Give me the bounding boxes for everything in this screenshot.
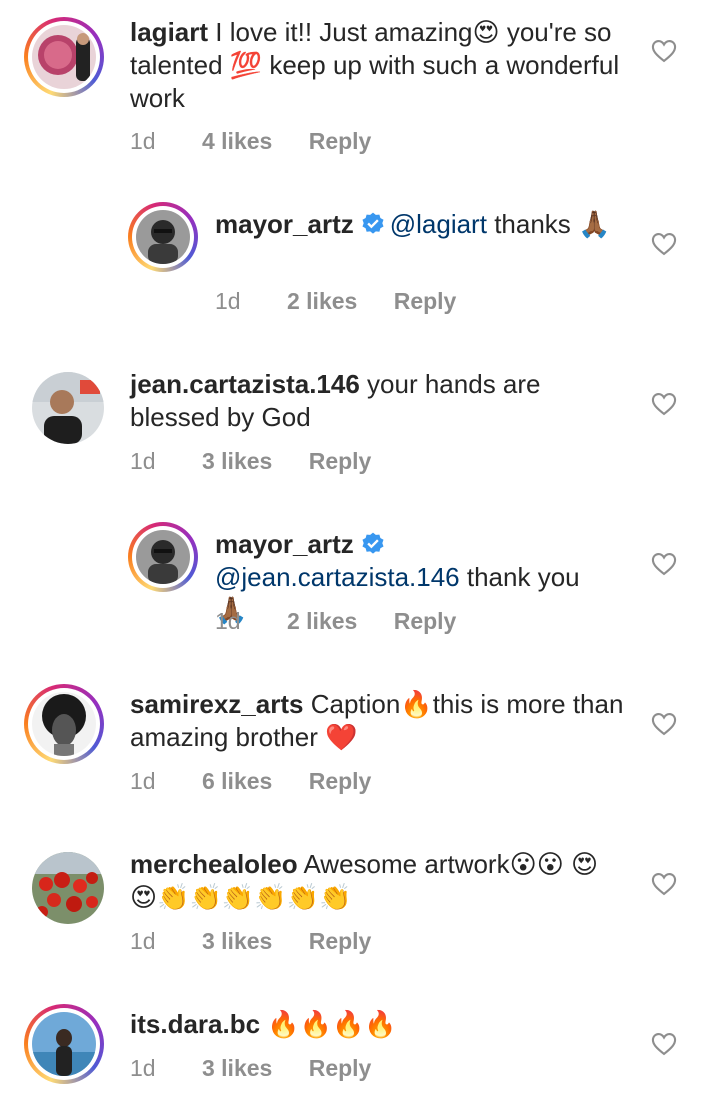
comment-username[interactable]: lagiart: [130, 17, 208, 47]
mention-link[interactable]: @lagiart: [390, 209, 487, 239]
comment-time: 1d: [130, 1055, 156, 1081]
comment-username[interactable]: samirexz_arts: [130, 689, 303, 719]
comment-meta: 1d 2 likes Reply: [215, 608, 486, 635]
heart-outline-icon[interactable]: [650, 37, 678, 65]
comment-username[interactable]: jean.cartazista.146: [130, 369, 360, 399]
avatar-image: [32, 372, 104, 444]
comment-meta: 1d 3 likes Reply: [130, 928, 401, 955]
reply-button[interactable]: Reply: [309, 128, 372, 154]
comment-meta: 1d 3 likes Reply: [130, 1055, 401, 1082]
avatar-image: [32, 25, 96, 89]
heart-outline-icon[interactable]: [650, 230, 678, 258]
avatar-image: [136, 530, 190, 584]
avatar[interactable]: [24, 684, 104, 764]
verified-badge-icon: [362, 532, 384, 554]
avatar-image: [32, 852, 104, 924]
comment-time: 1d: [130, 928, 156, 954]
avatar[interactable]: [24, 1004, 104, 1084]
comment-meta: 1d 6 likes Reply: [130, 768, 401, 795]
avatar[interactable]: [32, 852, 104, 924]
reply-button[interactable]: Reply: [309, 1055, 372, 1081]
comment-likes[interactable]: 3 likes: [202, 1055, 272, 1081]
comment-likes[interactable]: 3 likes: [202, 928, 272, 954]
comment-time: 1d: [130, 128, 156, 154]
comment-text: jean.cartazista.146 your hands are bless…: [130, 368, 630, 434]
heart-outline-icon[interactable]: [650, 390, 678, 418]
comment-username[interactable]: its.dara.bc: [130, 1009, 260, 1039]
verified-badge-icon: [362, 212, 384, 234]
reply-button[interactable]: Reply: [394, 608, 457, 634]
heart-outline-icon[interactable]: [650, 870, 678, 898]
avatar[interactable]: [32, 372, 104, 444]
comment-text: mayor_artz @lagiart thanks 🙏🏾: [215, 208, 635, 241]
comment-text: lagiart I love it!! Just amazing😍 you're…: [130, 16, 630, 115]
heart-outline-icon[interactable]: [650, 710, 678, 738]
reply-button[interactable]: Reply: [309, 448, 372, 474]
comment-body: thanks 🙏🏾: [494, 209, 611, 239]
comment-meta: 1d 4 likes Reply: [130, 128, 401, 155]
comment-time: 1d: [130, 448, 156, 474]
avatar[interactable]: [24, 17, 104, 97]
comment-body: 🔥🔥🔥🔥: [267, 1009, 397, 1039]
avatar-image: [32, 692, 96, 756]
reply-button[interactable]: Reply: [309, 928, 372, 954]
comment-meta: 1d 3 likes Reply: [130, 448, 401, 475]
comment-likes[interactable]: 2 likes: [287, 288, 357, 314]
avatar-image: [136, 210, 190, 264]
comment-username[interactable]: mayor_artz: [215, 529, 354, 559]
comment-text: samirexz_arts Caption🔥this is more than …: [130, 688, 630, 754]
comment-time: 1d: [215, 608, 241, 634]
mention-link[interactable]: @jean.cartazista.146: [215, 562, 460, 592]
heart-outline-icon[interactable]: [650, 550, 678, 578]
heart-outline-icon[interactable]: [650, 1030, 678, 1058]
avatar[interactable]: [128, 522, 198, 592]
comment-time: 1d: [130, 768, 156, 794]
avatar-image: [32, 1012, 96, 1076]
comment-likes[interactable]: 3 likes: [202, 448, 272, 474]
comment-text: merchealoleo Awesome artwork😮😮 😍😍👏👏👏👏👏👏: [130, 848, 610, 914]
comment-username[interactable]: mayor_artz: [215, 209, 354, 239]
reply-button[interactable]: Reply: [309, 768, 372, 794]
reply-button[interactable]: Reply: [394, 288, 457, 314]
comment-likes[interactable]: 4 likes: [202, 128, 272, 154]
comment-likes[interactable]: 6 likes: [202, 768, 272, 794]
avatar[interactable]: [128, 202, 198, 272]
comment-meta: 1d 2 likes Reply: [215, 288, 486, 315]
comment-text: its.dara.bc 🔥🔥🔥🔥: [130, 1008, 630, 1041]
comment-time: 1d: [215, 288, 241, 314]
comment-likes[interactable]: 2 likes: [287, 608, 357, 634]
comment-username[interactable]: merchealoleo: [130, 849, 298, 879]
